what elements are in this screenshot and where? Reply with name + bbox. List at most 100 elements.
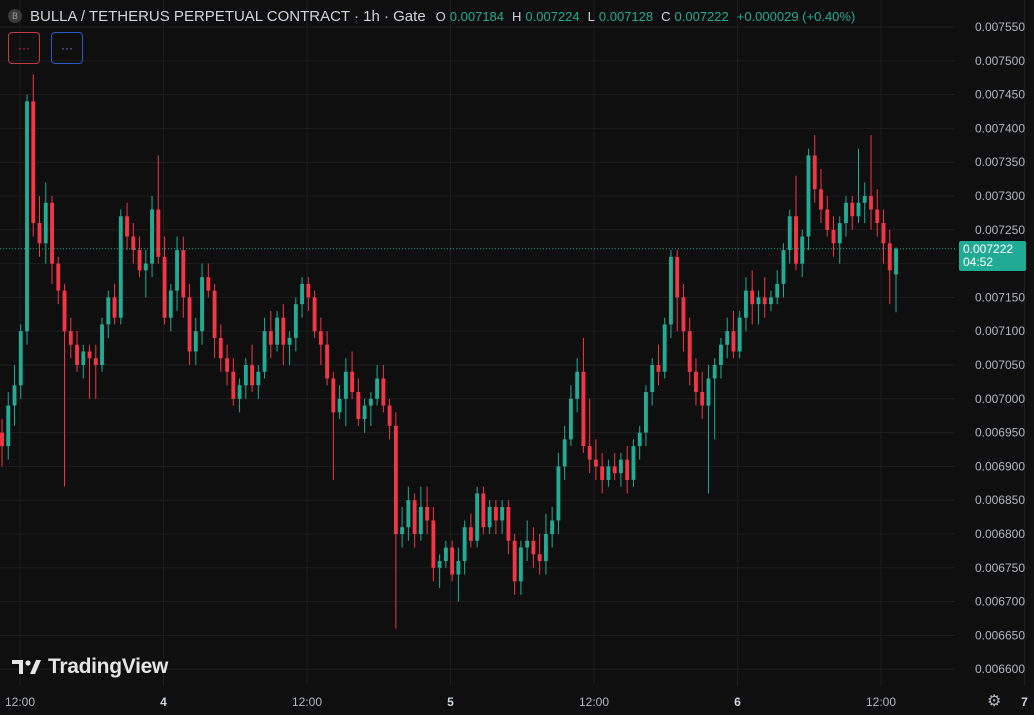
candle-body [887,243,892,271]
candle-body [18,331,23,386]
candle-body [512,540,517,582]
candle-body [600,466,605,480]
candle-body [362,405,367,420]
candle-body [200,277,204,332]
candle-body [112,297,117,318]
candle-body [81,351,86,365]
candle-body [12,385,17,406]
candle-body [156,209,161,257]
candle-body [300,283,305,305]
candle-body [193,331,198,352]
candle-body [375,378,380,399]
low-key: L [587,8,595,24]
candle-body [406,500,411,528]
candle-body [31,101,36,224]
y-tick-label: 0.007300 [975,189,1025,203]
candle-body [481,493,486,528]
candle-body [437,561,442,568]
x-tick-label: 12:00 [866,695,896,709]
candle-body [825,209,830,230]
candle-body [487,506,492,528]
candle-body [75,344,79,365]
candle-body [418,506,423,534]
candle-body [43,202,48,244]
close-value: 0.007222 [674,8,729,24]
candle-body [443,547,448,562]
candle-body [87,351,92,359]
chart-grid [0,0,1025,685]
y-tick-label: 0.007550 [975,20,1025,34]
candle-body [869,196,873,210]
candle-body [206,277,211,291]
candle-body [731,331,736,352]
candle-body [568,398,573,440]
candle-body [131,236,136,251]
candle-body [268,331,273,345]
price-axis[interactable]: 0.007550 0.007500 0.007450 0.007400 0.007350… [975,20,1025,676]
candle-body [237,385,242,399]
candle-body [837,223,842,244]
candle-body [750,290,755,305]
gear-icon[interactable]: ⚙ [987,691,1001,711]
candle-body [862,196,867,203]
candle-body [400,527,405,534]
candle-body [287,337,292,345]
candle-body [668,256,673,325]
candle-body [762,297,767,305]
y-tick-label: 0.006800 [975,527,1025,541]
x-tick-label: 7 [1021,695,1028,709]
change-value: +0.000029 (+0.40%) [736,8,856,24]
symbol-title[interactable]: BULLA / TETHERUS PERPETUAL CONTRACT · 1h… [30,8,426,25]
candle-body [256,371,261,386]
candle-body [506,506,511,541]
candle-body [719,344,723,365]
candlestick-chart[interactable]: 0.007550 0.007500 0.007450 0.007400 0.007350… [0,0,1034,715]
candle-body [25,101,29,332]
time-axis[interactable]: 12:00412:00512:00612:00712:00812:00912:0… [5,695,1034,709]
y-tick-label: 0.007000 [975,392,1025,406]
candle-body [531,540,536,555]
candle-body [712,365,717,379]
candle-body [118,216,123,318]
candle-body [756,297,761,305]
candle-body [325,344,330,379]
candle-body [556,466,561,521]
tradingview-logo[interactable]: TradingView [12,655,168,679]
candle-body [637,432,642,447]
candles [0,74,898,629]
candle-body [856,202,861,217]
candle-body [0,432,4,447]
candle-body [493,506,498,521]
y-tick-label: 0.007400 [975,121,1025,135]
candle-body [794,216,798,264]
high-value: 0.007224 [525,8,580,24]
y-tick-label: 0.007150 [975,290,1025,304]
bar-countdown: 04:52 [963,255,994,269]
candle-body [293,304,298,338]
candle-body [800,236,805,264]
x-tick-label: 4 [160,695,167,709]
y-tick-label: 0.006700 [975,595,1025,609]
x-tick-label: 6 [734,695,741,709]
candle-body [331,378,336,413]
y-tick-label: 0.007250 [975,223,1025,237]
candle-body [550,520,555,534]
candle-body [393,425,398,534]
candle-body [225,358,230,372]
high-key: H [512,8,522,24]
candle-body [812,155,817,190]
indicator-button-2[interactable]: ··· [51,32,83,64]
candle-body [462,527,467,562]
candle-body [262,331,267,372]
last-price-label: 0.007222 04:52 [959,241,1026,271]
candle-body [700,392,705,406]
y-tick-label: 0.006900 [975,459,1025,473]
candle-body [387,405,392,426]
symbol-icon[interactable]: B [8,9,22,23]
indicator-button-1[interactable]: ··· [8,32,40,64]
y-tick-label: 0.006650 [975,628,1025,642]
candle-body [518,547,523,582]
candle-body [537,554,542,562]
candle-body [706,378,711,406]
candle-body [312,297,317,332]
